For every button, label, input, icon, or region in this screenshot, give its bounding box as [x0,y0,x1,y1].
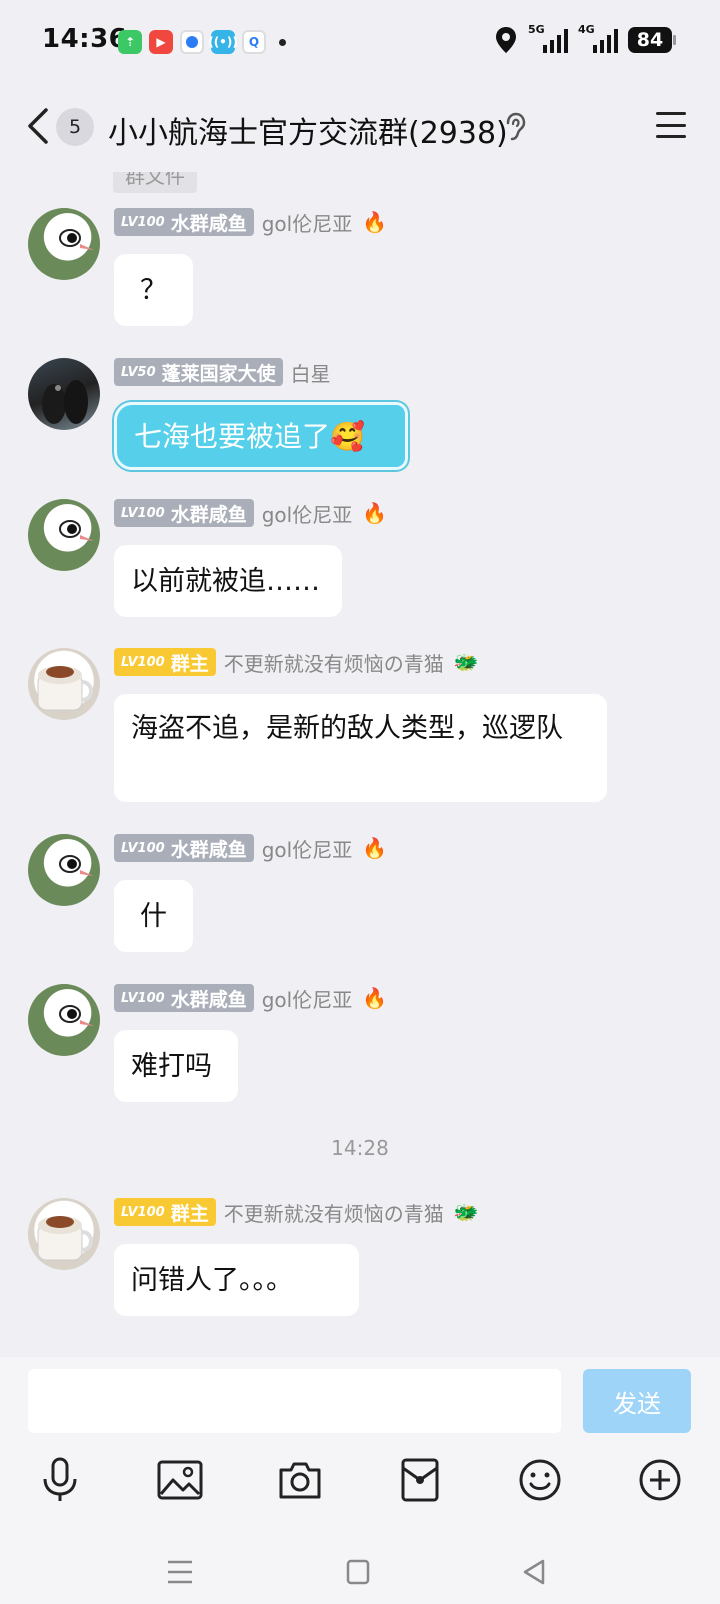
message-meta: LV100 水群咸鱼 gol伦尼亚 🔥 [114,499,387,527]
emoji-icon[interactable] [517,1457,563,1503]
more-notifications-dot [279,38,286,46]
sender-nickname[interactable]: gol伦尼亚 [262,834,353,863]
message-input[interactable] [28,1369,561,1433]
red-packet-icon[interactable] [397,1457,443,1503]
sender-nickname[interactable]: 不更新就没有烦恼の青猫 [224,1198,444,1227]
message-timestamp: 14:28 [331,1136,389,1160]
blue-app-icon [180,30,204,54]
sender-nickname[interactable]: gol伦尼亚 [262,208,353,237]
message-meta: LV100 群主 不更新就没有烦恼の青猫 🐲 [114,648,479,676]
level-tag: LV100 群主 [114,1198,216,1226]
status-bar: 14:36 ⇡ ▶ ((•)) Q 5G 4G 84 [0,0,720,84]
image-icon[interactable] [157,1457,203,1503]
signal-4g-icon: 4G [578,23,618,53]
avatar[interactable] [28,208,100,280]
message-bubble[interactable]: 海盗不追，是新的敌人类型，巡逻队 [114,694,607,802]
message-bubble[interactable]: 以前就被追…… [114,545,342,617]
home-icon[interactable] [346,1559,370,1585]
message-meta: LV100 群主 不更新就没有烦恼の青猫 🐲 [114,1198,479,1226]
status-time: 14:36 [42,24,128,54]
recent-apps-icon[interactable] [167,1559,193,1585]
message-bubble[interactable]: 什 [114,880,193,952]
message-list[interactable]: 群文件 LV100 水群咸鱼 gol伦尼亚 🔥 ？ LV50 蓬莱国家大使 白星 七… [0,172,720,1357]
message-bubble[interactable]: ？ [114,254,193,326]
level-tag: LV100 水群咸鱼 [114,984,254,1012]
search-app-icon: Q [242,30,266,54]
sender-nickname[interactable]: gol伦尼亚 [262,984,353,1013]
dragon-icon: 🐲 [453,1200,479,1224]
camera-icon[interactable] [277,1457,323,1503]
notification-icons: ⇡ ▶ ((•)) Q [118,30,286,54]
wifi-app-icon: ((•)) [208,30,238,54]
message-bubble[interactable]: 难打吗 [114,1030,238,1102]
avatar[interactable] [28,1198,100,1270]
location-icon [496,27,516,53]
message-meta: LV100 水群咸鱼 gol伦尼亚 🔥 [114,834,387,862]
message-meta: LV100 水群咸鱼 gol伦尼亚 🔥 [114,208,387,236]
ear-icon[interactable] [504,112,526,142]
video-app-icon: ▶ [149,30,173,54]
plus-icon[interactable] [637,1457,683,1503]
unread-count-badge[interactable]: 5 [56,108,94,146]
fire-icon: 🔥 [362,210,388,234]
message-meta: LV100 水群咸鱼 gol伦尼亚 🔥 [114,984,387,1012]
level-tag: LV100 群主 [114,648,216,676]
composer: 发送 [0,1357,720,1435]
hamburger-menu-icon[interactable] [656,112,686,138]
chevron-left-icon[interactable] [24,106,50,146]
sender-nickname[interactable]: 不更新就没有烦恼の青猫 [224,648,444,677]
chat-header: 5 小小航海士官方交流群(2938) [0,84,720,172]
avatar[interactable] [28,648,100,720]
fire-icon: 🔥 [362,986,388,1010]
avatar[interactable] [28,984,100,1056]
message-bubble[interactable]: 七海也要被追了🥰 [114,402,408,470]
avatar[interactable] [28,499,100,571]
fire-icon: 🔥 [362,836,388,860]
avatar[interactable] [28,358,100,430]
group-title[interactable]: 小小航海士官方交流群(2938) [108,108,508,152]
fire-icon: 🔥 [362,501,388,525]
level-tag: LV50 蓬莱国家大使 [114,358,283,386]
dragon-icon: 🐲 [453,650,479,674]
level-tag: LV100 水群咸鱼 [114,834,254,862]
send-button[interactable]: 发送 [583,1369,691,1433]
microphone-icon[interactable] [37,1457,83,1503]
level-tag: LV100 水群咸鱼 [114,208,254,236]
system-navigation-bar [0,1545,720,1604]
signal-5g-icon: 5G [528,23,568,53]
sender-nickname[interactable]: 白星 [291,358,331,387]
message-meta: LV50 蓬莱国家大使 白星 [114,358,331,386]
avatar[interactable] [28,834,100,906]
level-tag: LV100 水群咸鱼 [114,499,254,527]
battery-indicator: 84 [628,27,676,53]
message-bubble[interactable]: 问错人了。。。 [114,1244,359,1316]
sender-nickname[interactable]: gol伦尼亚 [262,499,353,528]
group-files-chip[interactable]: 群文件 [113,172,197,193]
back-triangle-icon[interactable] [522,1559,546,1585]
green-app-icon: ⇡ [118,30,142,54]
composer-toolbar [0,1435,720,1545]
